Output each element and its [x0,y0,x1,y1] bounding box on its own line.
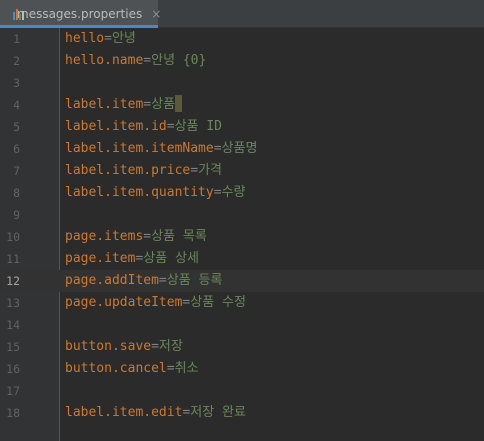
property-value: 취소 [174,361,199,376]
line-content: label.item.itemName=상품명 [65,138,257,160]
line-number: 2 [13,54,20,68]
line-content: hello=안녕 [65,28,136,50]
line-number: 18 [6,406,20,420]
property-key: label.item.quantity [65,185,214,200]
property-value: 상품 상세 [143,251,199,266]
code-line[interactable]: 6 label.item.itemName=상품명 [0,138,484,160]
property-value: 상품 ID [174,119,222,134]
code-line[interactable]: 15 button.save=저장 [0,336,484,358]
property-key: button.save [65,339,152,354]
line-number: 1 [13,32,20,46]
property-separator: = [151,339,159,354]
property-value: 상품 수정 [190,295,246,310]
line-number: 8 [13,186,20,200]
line-number: 15 [6,340,20,354]
tab-messages-properties[interactable]: messages.properties × [0,0,161,28]
code-line[interactable]: 7 label.item.price=가격 [0,160,484,182]
line-content: page.addItem=상품 등록 [65,270,222,292]
close-icon[interactable]: × [151,7,161,21]
line-content: page.updateItem=상품 수정 [65,292,246,314]
property-separator: = [166,361,175,376]
property-value: 수량 [221,185,246,200]
property-key: label.item.price [65,163,191,178]
line-number: 4 [13,98,20,112]
code-line[interactable]: 17 [0,380,484,402]
property-value: 저장 [158,339,183,354]
line-number: 16 [6,362,20,376]
property-separator: = [166,119,175,134]
property-separator: = [190,163,199,178]
code-line[interactable]: 14 [0,314,484,336]
text-caret [175,95,183,112]
line-number: 12 [6,274,20,288]
line-content: page.items=상품 목록 [65,226,207,248]
property-separator: = [213,141,222,156]
line-number: 5 [13,120,20,134]
line-number: 7 [13,164,20,178]
line-number: 10 [6,230,20,244]
property-key: page.item [65,251,136,266]
property-key: page.updateItem [65,295,183,310]
line-content: page.item=상품 상세 [65,248,199,270]
code-line[interactable]: 18 label.item.edit=저장 완료 [0,402,484,424]
property-key: label.item [65,97,144,112]
line-number: 3 [13,76,20,90]
property-separator: = [143,97,152,112]
property-value: 가격 [198,163,222,178]
property-separator: = [104,31,112,46]
property-value: 상품명 [221,141,258,156]
property-value: 안녕 {0} [151,53,207,68]
line-number: 6 [13,142,20,156]
property-value: 상품 목록 [151,229,207,244]
line-content: label.item.id=상품 ID [65,116,222,138]
property-key: label.item.edit [65,405,183,420]
line-content: button.cancel=취소 [65,358,199,380]
code-line[interactable]: 9 [0,204,484,226]
line-content: hello.name=안녕 {0} [65,50,206,72]
property-separator: = [158,273,167,288]
property-key: page.addItem [65,273,159,288]
property-key: hello [65,31,105,46]
editor-window: messages.properties × 1 hello=안녕 2 hello.na… [0,0,484,441]
property-value: 상품 [151,97,176,112]
line-content: label.item.quantity=수량 [65,182,245,204]
code-line[interactable]: 10 page.items=상품 목록 [0,226,484,248]
property-key: label.item.id [65,119,167,134]
code-line[interactable]: 12 page.addItem=상품 등록 [0,270,484,292]
code-line[interactable]: 1 hello=안녕 [0,28,484,50]
property-value: 안녕 [111,31,136,46]
line-number: 17 [6,384,20,398]
code-editor[interactable]: 1 hello=안녕 2 hello.name=안녕 {0} 3 4 label.item=… [0,28,484,441]
property-separator: = [143,229,152,244]
code-lines: 1 hello=안녕 2 hello.name=안녕 {0} 3 4 label.item=… [0,28,484,424]
line-number: 14 [6,318,20,332]
code-line[interactable]: 16 button.cancel=취소 [0,358,484,380]
line-content: label.item.edit=저장 완료 [65,402,246,424]
property-key: button.cancel [65,361,167,376]
tab-bar: messages.properties × [0,0,484,28]
code-line[interactable]: 4 label.item=상품 [0,94,484,116]
property-value: 저장 완료 [190,405,246,420]
line-number: 11 [6,252,20,266]
code-line[interactable]: 5 label.item.id=상품 ID [0,116,484,138]
property-separator: = [213,185,222,200]
property-separator: = [143,53,152,68]
code-line[interactable]: 13 page.updateItem=상품 수정 [0,292,484,314]
code-line[interactable]: 3 [0,72,484,94]
line-number: 9 [13,208,20,222]
tab-filename: messages.properties [17,7,143,21]
property-value: 상품 등록 [166,273,223,288]
code-line[interactable]: 11 page.item=상품 상세 [0,248,484,270]
property-key: hello.name [65,53,144,68]
line-number: 13 [6,296,20,310]
line-content: button.save=저장 [65,336,183,358]
code-line[interactable]: 8 label.item.quantity=수량 [0,182,484,204]
line-content: label.item=상품 [65,94,183,116]
line-content: label.item.price=가격 [65,160,222,182]
property-key: label.item.itemName [65,141,214,156]
code-line[interactable]: 2 hello.name=안녕 {0} [0,50,484,72]
property-key: page.items [65,229,144,244]
